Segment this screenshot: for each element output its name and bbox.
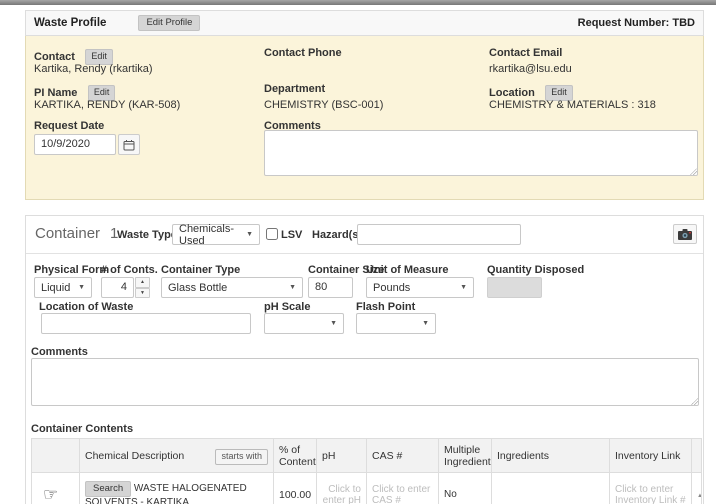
contact-phone-label: Contact Phone [264, 47, 342, 59]
ph-header: pH [317, 439, 367, 473]
stepper-down-button[interactable]: ▼ [135, 288, 150, 299]
pct-of-content-cell: 100.00 [274, 473, 317, 504]
container-contents-table: Chemical Description starts with % of Co… [31, 438, 702, 504]
profile-section: Contact Edit Kartika, Rendy (rkartika) C… [25, 36, 704, 200]
chevron-down-icon: ▼ [289, 284, 296, 291]
ph-cell[interactable]: Click to enter pH [317, 473, 367, 504]
lsv-label: LSV [281, 229, 302, 241]
num-conts-label: # of Conts. [101, 264, 158, 276]
request-number: Request Number: TBD [578, 17, 695, 29]
chevron-down-icon: ▼ [246, 231, 253, 238]
starts-with-button[interactable]: starts with [215, 449, 268, 465]
waste-profile-page: Waste Profile Edit Profile Request Numbe… [0, 0, 716, 504]
flash-point-label: Flash Point [356, 301, 415, 313]
page-title: Waste Profile [34, 17, 106, 29]
quantity-disposed-input [487, 277, 542, 298]
location-of-waste-label: Location of Waste [39, 301, 133, 313]
department-label: Department [264, 83, 325, 95]
container-panel: Container1 Waste Type Chemicals-Used ▼ L… [25, 215, 704, 504]
inventory-link-header: Inventory Link [610, 439, 692, 473]
flash-point-select[interactable]: ▼ [356, 313, 436, 334]
pointing-hand-icon[interactable]: ☞ [37, 485, 58, 504]
scrollbar-column-header [692, 439, 702, 473]
container-comments-label: Comments [31, 346, 88, 358]
cas-cell[interactable]: Click to enter CAS # [367, 473, 439, 504]
contact-email-label: Contact Email [489, 47, 562, 59]
pct-of-content-header: % of Content [274, 439, 317, 473]
stepper-up-button[interactable]: ▲ [135, 277, 150, 288]
table-row: ☞ Search WASTE HALOGENATED SOLVENTS - KA… [32, 473, 702, 504]
camera-icon [678, 229, 692, 240]
edit-profile-button[interactable]: Edit Profile [138, 15, 200, 31]
hazards-input[interactable] [357, 224, 521, 245]
cas-header: CAS # [367, 439, 439, 473]
physical-form-value: Liquid [41, 282, 70, 294]
container-title: Container1 [35, 225, 118, 242]
waste-type-value: Chemicals-Used [179, 223, 246, 247]
request-date-label: Request Date [34, 120, 104, 132]
pi-name-label: PI Name [34, 87, 77, 99]
chevron-down-icon: ▼ [460, 284, 467, 291]
unit-of-measure-label: Unit of Measure [366, 264, 449, 276]
container-type-value: Glass Bottle [168, 282, 227, 294]
container-type-label: Container Type [161, 264, 240, 276]
unit-of-measure-value: Pounds [373, 282, 410, 294]
contact-value: Kartika, Rendy (rkartika) [34, 63, 153, 75]
table-scrollbar[interactable]: ▲ [692, 473, 702, 504]
ph-scale-select[interactable]: ▼ [264, 313, 344, 334]
window-top-edge [0, 0, 716, 5]
multiple-ingredients-cell: No [439, 473, 492, 504]
department-value: CHEMISTRY (BSC-001) [264, 99, 383, 111]
ph-scale-label: pH Scale [264, 301, 310, 313]
lsv-checkbox[interactable] [266, 228, 278, 240]
waste-profile-titlebar: Waste Profile Edit Profile Request Numbe… [25, 10, 704, 36]
container-size-input[interactable]: 80 [308, 277, 353, 298]
contact-label: Contact [34, 51, 75, 63]
chevron-down-icon: ▼ [422, 320, 429, 327]
quantity-disposed-label: Quantity Disposed [487, 264, 584, 276]
chemical-description-header: Chemical Description [85, 450, 184, 462]
ingredients-header: Ingredients [492, 439, 610, 473]
table-header-row: Chemical Description starts with % of Co… [32, 439, 702, 473]
contact-email-value: rkartika@lsu.edu [489, 63, 572, 75]
location-value: CHEMISTRY & MATERIALS : 318 [489, 99, 656, 111]
physical-form-label: Physical Form [34, 264, 109, 276]
chevron-down-icon: ▼ [330, 320, 337, 327]
location-label: Location [489, 87, 535, 99]
row-selector-column-header [32, 439, 80, 473]
unit-of-measure-select[interactable]: Pounds ▼ [366, 277, 474, 298]
search-button[interactable]: Search [85, 481, 131, 497]
ingredients-cell [492, 473, 610, 504]
waste-type-select[interactable]: Chemicals-Used ▼ [172, 224, 260, 245]
calendar-button[interactable] [118, 134, 140, 155]
hazards-label: Hazard(s) [312, 229, 362, 241]
calendar-icon [123, 139, 135, 151]
multiple-ingredients-header: Multiple Ingredients [439, 439, 492, 473]
inventory-link-cell[interactable]: Click to enter Inventory Link # [610, 473, 692, 504]
num-conts-stepper: 4 ▲ ▼ [101, 277, 150, 298]
request-date-input[interactable]: 10/9/2020 [34, 134, 116, 155]
profile-comments-textarea[interactable] [264, 130, 698, 176]
camera-button[interactable] [673, 224, 697, 244]
waste-type-label: Waste Type [117, 229, 177, 241]
scroll-up-icon[interactable]: ▲ [697, 493, 702, 499]
num-conts-input[interactable]: 4 [101, 277, 134, 298]
chevron-down-icon: ▼ [78, 284, 85, 291]
container-title-text: Container [35, 225, 100, 242]
physical-form-select[interactable]: Liquid ▼ [34, 277, 92, 298]
container-comments-textarea[interactable] [31, 358, 699, 406]
pi-name-value: KARTIKA, RENDY (KAR-508) [34, 99, 180, 111]
location-of-waste-input[interactable] [41, 313, 251, 334]
container-type-select[interactable]: Glass Bottle ▼ [161, 277, 303, 298]
container-contents-title: Container Contents [31, 423, 133, 435]
container-header-divider [26, 253, 703, 254]
